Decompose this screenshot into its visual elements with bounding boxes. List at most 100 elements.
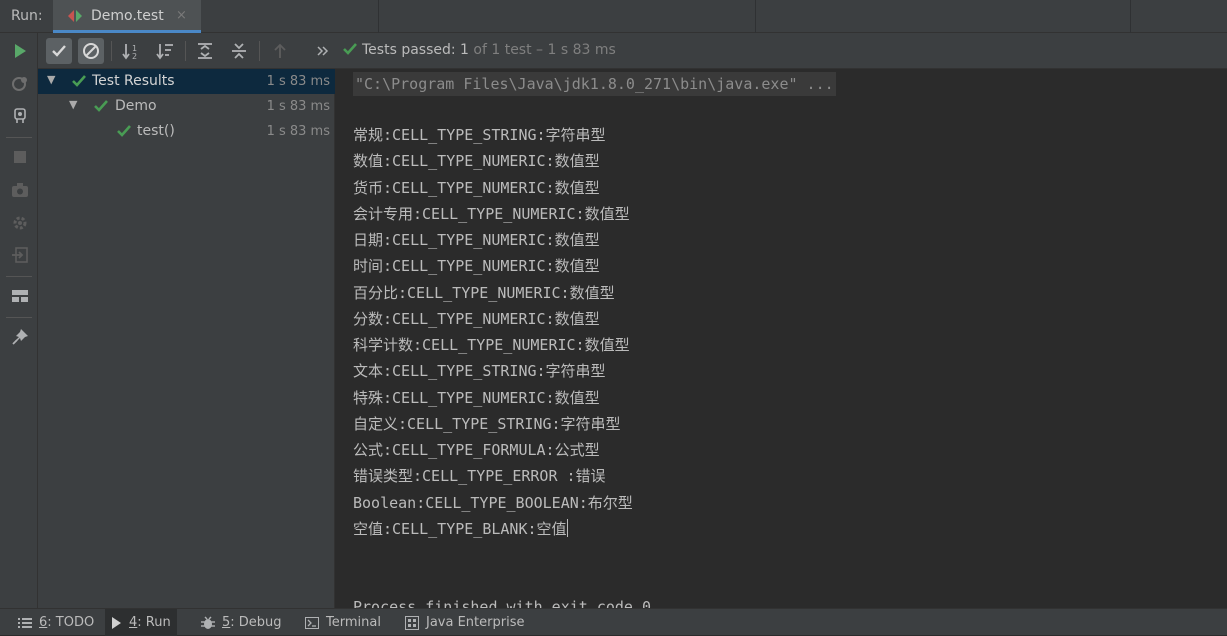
rerun-button[interactable]	[9, 40, 31, 62]
console-line: Boolean:CELL_TYPE_BOOLEAN:布尔型	[353, 494, 633, 512]
toggle-auto-test-button[interactable]	[9, 104, 31, 126]
sort-alpha-icon: 1 2	[122, 44, 137, 60]
test-toolbar: 1 2 Tests passed: 1 of 1 test – 1 s 83 m…	[38, 33, 1227, 69]
exit-button[interactable]	[9, 244, 31, 266]
collapse-all-icon	[232, 43, 246, 59]
check-icon	[52, 45, 66, 57]
console-line: 货币:CELL_TYPE_NUMERIC:数值型	[353, 179, 600, 197]
expand-arrow-icon[interactable]: ▼	[69, 98, 77, 111]
debug-shortcut: 5	[222, 615, 231, 630]
tree-item-label: Test Results	[92, 73, 175, 89]
tree-item-demo[interactable]: ▼ Demo 1 s 83 ms	[38, 94, 335, 119]
play-icon	[111, 616, 122, 629]
collapse-all-button[interactable]	[226, 38, 252, 64]
tab-close-icon[interactable]: ×	[176, 8, 187, 23]
test-passed-icon	[72, 75, 86, 87]
tab-divider	[1130, 0, 1131, 33]
console-line-last: 空值:CELL_TYPE_BLANK:空值	[353, 519, 568, 539]
rerun-failed-icon	[12, 77, 27, 91]
console-line: 分数:CELL_TYPE_NUMERIC:数值型	[353, 310, 600, 328]
run-shortcut: 4	[129, 615, 138, 630]
run-label: Run:	[11, 8, 43, 24]
gear-icon	[13, 216, 27, 230]
terminal-tool-button[interactable]: Terminal	[299, 609, 387, 636]
sort-by-duration-button[interactable]	[152, 38, 178, 64]
run-left-toolbar	[0, 33, 38, 608]
toolbar-separator	[185, 41, 186, 61]
toolbar-separator	[6, 137, 32, 138]
tree-item-time: 1 s 83 ms	[266, 74, 330, 89]
console-line: 文本:CELL_TYPE_STRING:字符串型	[353, 362, 606, 380]
console-line: 时间:CELL_TYPE_NUMERIC:数值型	[353, 257, 600, 275]
double-chevron-right-icon	[317, 46, 329, 56]
expand-all-button[interactable]	[192, 38, 218, 64]
rerun-failed-button[interactable]	[9, 73, 31, 95]
exit-icon	[12, 247, 28, 263]
test-passed-icon	[343, 43, 357, 55]
terminal-label: Terminal	[326, 615, 381, 630]
todo-shortcut: 6	[39, 615, 48, 630]
tree-item-label: test()	[137, 123, 175, 139]
debug-tool-button[interactable]: 5: Debug	[195, 609, 288, 636]
console-line: 日期:CELL_TYPE_NUMERIC:数值型	[353, 231, 600, 249]
debug-label: : Debug	[230, 615, 282, 630]
svg-text:2: 2	[132, 52, 137, 60]
toolbar-separator	[259, 41, 260, 61]
pin-tab-button[interactable]	[9, 326, 31, 348]
toolbar-separator	[6, 276, 32, 277]
arrow-up-icon	[274, 43, 286, 58]
console-output[interactable]: "C:\Program Files\Java\jdk1.8.0_271\bin\…	[336, 69, 1227, 608]
todo-tool-button[interactable]: 6: TODO	[12, 609, 100, 636]
console-line: 公式:CELL_TYPE_FORMULA:公式型	[353, 441, 600, 459]
junit-config-icon	[68, 10, 82, 22]
run-tab-bar: Run: Demo.test ×	[0, 0, 1227, 33]
pin-icon	[12, 329, 28, 345]
tree-item-test-results[interactable]: ▼ Test Results 1 s 83 ms	[38, 69, 335, 94]
console-line: 自定义:CELL_TYPE_STRING:字符串型	[353, 415, 621, 433]
settings-button[interactable]	[9, 212, 31, 234]
console-line: 常规:CELL_TYPE_STRING:字符串型	[353, 126, 606, 144]
console-line: 特殊:CELL_TYPE_NUMERIC:数值型	[353, 389, 600, 407]
console-line: 科学计数:CELL_TYPE_NUMERIC:数值型	[353, 336, 630, 354]
toolbar-separator	[6, 317, 32, 318]
camera-icon	[12, 183, 28, 197]
tree-item-label: Demo	[115, 98, 157, 114]
todo-label: : TODO	[47, 615, 95, 630]
console-command-line[interactable]: "C:\Program Files\Java\jdk1.8.0_271\bin\…	[353, 72, 836, 96]
tab-title: Demo.test	[91, 8, 164, 24]
expand-arrow-icon[interactable]: ▼	[47, 73, 55, 86]
list-icon	[18, 617, 32, 629]
tree-item-test-method[interactable]: test() 1 s 83 ms	[38, 119, 335, 144]
console-scrollbar[interactable]	[1219, 69, 1227, 608]
layout-icon	[12, 290, 28, 302]
thread-dump-button[interactable]	[9, 179, 31, 201]
run-tool-button[interactable]: 4: Run	[105, 609, 177, 636]
console-line: 会计专用:CELL_TYPE_NUMERIC:数值型	[353, 205, 630, 223]
java-enterprise-tool-button[interactable]: Java Enterprise	[399, 609, 530, 636]
bug-icon	[201, 616, 215, 630]
test-results-tree: ▼ Test Results 1 s 83 ms ▼ Demo 1 s 83 m…	[38, 69, 335, 608]
restore-layout-button[interactable]	[9, 285, 31, 307]
java-enterprise-icon	[405, 615, 419, 630]
tree-item-time: 1 s 83 ms	[266, 124, 330, 139]
console-line-text: 空值:CELL_TYPE_BLANK:空值	[353, 520, 567, 538]
tests-detail-text: of 1 test – 1 s 83 ms	[468, 42, 616, 58]
run-label: : Run	[137, 615, 171, 630]
sort-alphabetically-button[interactable]: 1 2	[118, 38, 144, 64]
console-line: 百分比:CELL_TYPE_NUMERIC:数值型	[353, 284, 615, 302]
play-icon	[15, 44, 26, 58]
stop-icon	[14, 151, 26, 163]
test-passed-icon	[117, 125, 131, 137]
test-status: Tests passed: 1 of 1 test – 1 s 83 ms	[342, 42, 616, 58]
previous-failed-button[interactable]	[267, 38, 293, 64]
more-actions-button[interactable]	[310, 38, 336, 64]
show-ignored-button[interactable]	[78, 38, 104, 64]
test-passed-icon	[94, 100, 108, 112]
text-caret	[566, 519, 568, 537]
terminal-icon	[305, 616, 319, 629]
tool-window-bar: 6: TODO 4: Run 5: Debug Terminal Java En…	[0, 608, 1227, 636]
stop-button[interactable]	[9, 146, 31, 168]
show-passed-button[interactable]	[46, 38, 72, 64]
sort-duration-icon	[156, 44, 173, 60]
console-line: 错误类型:CELL_TYPE_ERROR :错误	[353, 467, 606, 485]
